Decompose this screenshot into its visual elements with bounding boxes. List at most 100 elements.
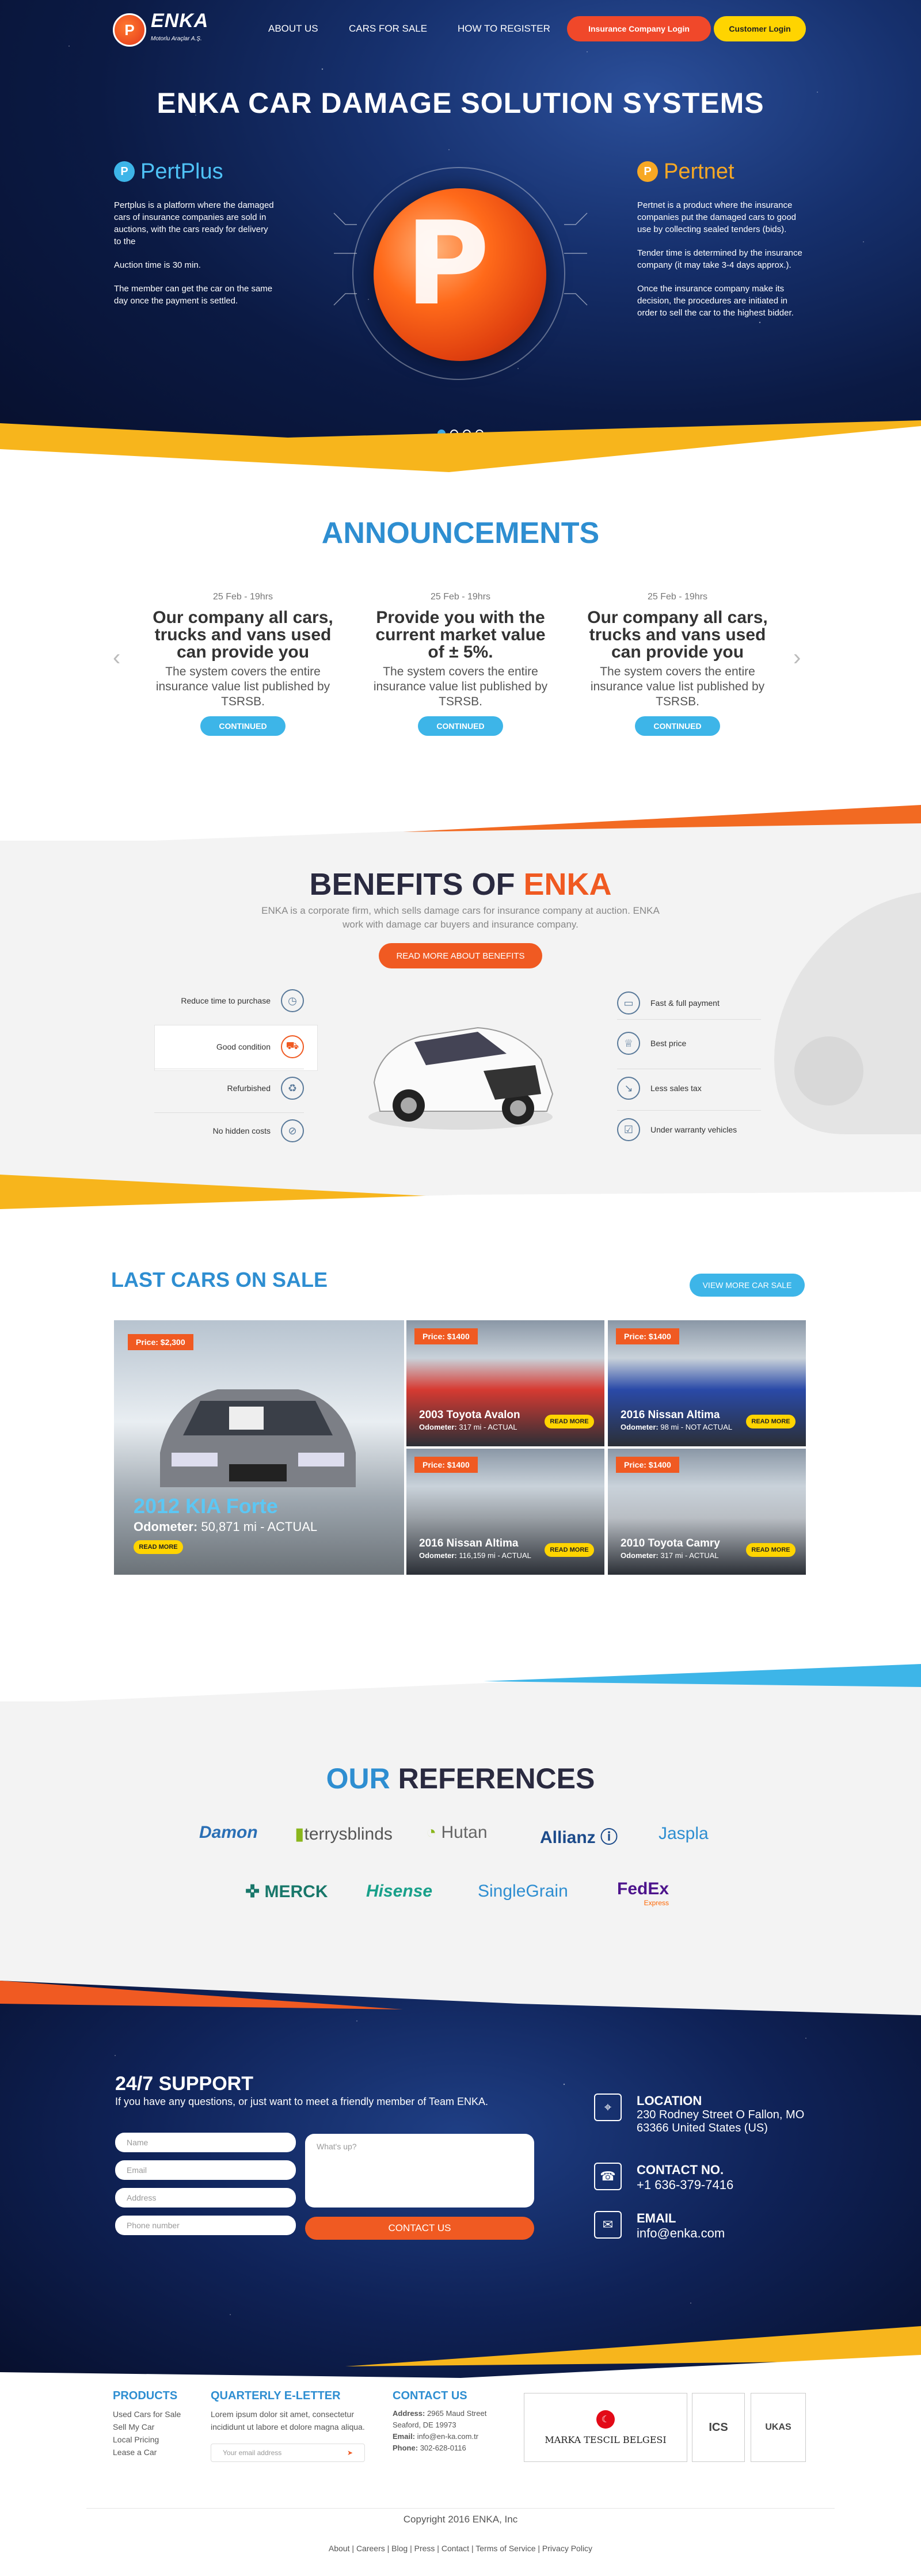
odometer-label: Odometer: [419, 1551, 457, 1560]
message-textarea[interactable]: What's up? [305, 2134, 534, 2208]
name-input[interactable]: Name [115, 2133, 296, 2152]
read-more-benefits-button[interactable]: READ MORE ABOUT BENEFITS [379, 943, 542, 968]
email-value[interactable]: info@en-ka.com.tr [417, 2432, 478, 2441]
address-label: Address: [393, 2409, 425, 2418]
benefit-item: ↘ Less sales tax [617, 1077, 702, 1100]
car-card[interactable]: Price: $1400 2003 Toyota Avalon Odometer… [406, 1320, 604, 1446]
car-card[interactable]: Price: $1400 2016 Nissan Altima Odometer… [608, 1320, 806, 1446]
read-more-button[interactable]: READ MORE [746, 1415, 796, 1428]
support-subtitle: If you have any questions, or just want … [115, 2096, 488, 2107]
footer-letter-text: Lorem ipsum dolor sit amet, consectetur … [211, 2410, 365, 2431]
address-input[interactable]: Address [115, 2188, 296, 2208]
benefit-item: Good condition ⛟ [154, 1035, 304, 1058]
damon-logo: Damon [199, 1823, 258, 1842]
copyright: Copyright 2016 ENKA, Inc [403, 2514, 518, 2525]
newsletter-input[interactable]: Your email address ➤ [211, 2444, 365, 2462]
announcement-card: 25 Feb - 19hrs Our company all cars, tru… [585, 592, 770, 736]
footer-bottom-link[interactable]: About [329, 2544, 350, 2553]
no-cost-icon: ⊘ [281, 1119, 304, 1142]
pertnet-text-3: Once the insurance company make its deci… [637, 284, 794, 318]
footer-bottom-link[interactable]: Press [414, 2544, 435, 2553]
enka-logo[interactable]: P ENKA Motorlu Araçlar A.Ş. [113, 11, 208, 48]
benefit-label: Fast & full payment [650, 998, 720, 1008]
customer-login-button[interactable]: Customer Login [714, 16, 806, 41]
read-more-button[interactable]: READ MORE [545, 1543, 594, 1557]
car-front-icon: ⛟ [281, 1035, 304, 1058]
announcement-heading: Provide you with the current market valu… [375, 608, 546, 662]
hero-bottom-wave [0, 420, 921, 472]
hero-connector-lines [333, 212, 588, 306]
benefit-label: Best price [650, 1039, 687, 1048]
footer-link[interactable]: Used Cars for Sale [113, 2408, 181, 2421]
announcement-text: The system covers the entire insurance v… [590, 665, 765, 708]
car-card[interactable]: Price: $1400 2016 Nissan Altima Odometer… [406, 1449, 604, 1575]
insurance-login-button[interactable]: Insurance Company Login [567, 16, 711, 41]
footer-bottom-link[interactable]: Privacy Policy [542, 2544, 592, 2553]
footer-contact-title: CONTACT US [393, 2389, 467, 2402]
footer-link[interactable]: Local Pricing [113, 2433, 181, 2446]
announcement-date: 25 Feb - 19hrs [647, 592, 708, 602]
footer-link[interactable]: Lease a Car [113, 2446, 181, 2459]
featured-car-card[interactable]: Price: $2,300 2012 KIA Forte Odometer: 5… [114, 1320, 404, 1575]
benefit-label: No hidden costs [212, 1126, 271, 1135]
nav-how-to-register[interactable]: HOW TO REGISTER [458, 23, 550, 35]
nav-about[interactable]: ABOUT US [268, 23, 318, 35]
pertplus-logo-icon: P [114, 161, 135, 182]
benefit-item: ♕ Best price [617, 1032, 686, 1055]
logo-tagline: Motorlu Araçlar A.Ş. [151, 36, 202, 42]
odometer-value: 98 mi - NOT ACTUAL [660, 1423, 733, 1431]
clock-icon: ◷ [281, 989, 304, 1012]
cert-text: MARKA TESCIL BELGESI [545, 2434, 667, 2445]
nav-cars-for-sale[interactable]: CARS FOR SALE [349, 23, 427, 35]
support-top-wave [0, 1969, 921, 2015]
footer-bottom-link[interactable]: Blog [391, 2544, 408, 2553]
footer-bottom-link[interactable]: Terms of Service [475, 2544, 535, 2553]
price-tag: Price: $2,300 [128, 1334, 193, 1350]
email-input[interactable]: Email [115, 2160, 296, 2180]
footer-bottom-link[interactable]: Careers [356, 2544, 385, 2553]
continued-button[interactable]: CONTINUED [200, 716, 286, 736]
car-title: 2010 Toyota Camry [621, 1537, 720, 1549]
email-address[interactable]: info@enka.com [637, 2226, 725, 2240]
footer-link[interactable]: Sell My Car [113, 2421, 181, 2433]
next-arrow-icon[interactable]: › [793, 645, 801, 671]
contact-label: CONTACT NO. [637, 2163, 724, 2177]
odometer-value: 116,159 mi - ACTUAL [459, 1551, 531, 1560]
benefit-label: Good condition [216, 1042, 271, 1051]
read-more-button[interactable]: READ MORE [545, 1415, 594, 1428]
hero-section: P ENKA Motorlu Araçlar A.Ş. ABOUT US CARS… [0, 0, 921, 472]
pertnet-name: Pertnet [664, 159, 734, 184]
pertnet-text-1: Pertnet is a product where the insurance… [637, 200, 797, 234]
send-icon[interactable]: ➤ [347, 2449, 353, 2457]
map-icon: ⌖ [594, 2094, 622, 2121]
read-more-button[interactable]: READ MORE [746, 1543, 796, 1557]
phone-icon: ☎ [594, 2163, 622, 2190]
footer-divider [86, 2508, 835, 2509]
view-more-cars-button[interactable]: VIEW MORE CAR SALE [690, 1274, 805, 1297]
references-title-a: OUR [326, 1762, 390, 1795]
pertplus-text-1: Pertplus is a platform where the damaged… [114, 200, 274, 246]
support-title: 24/7 SUPPORT [115, 2073, 253, 2095]
benefit-label: Reduce time to purchase [181, 996, 271, 1005]
contact-us-button[interactable]: CONTACT US [305, 2217, 534, 2240]
odometer-value: 317 mi - ACTUAL [459, 1423, 517, 1431]
continued-button[interactable]: CONTINUED [418, 716, 503, 736]
continued-button[interactable]: CONTINUED [635, 716, 720, 736]
footer-bottom-link[interactable]: Contact [442, 2544, 469, 2553]
phone-input[interactable]: Phone number [115, 2216, 296, 2235]
contact-block: CONTACT NO. +1 636-379-7416 [637, 2163, 733, 2193]
pertnet-logo-icon: P [637, 161, 658, 182]
email-icon: ✉ [594, 2211, 622, 2239]
odometer-label: Odometer: [419, 1423, 457, 1431]
prev-arrow-icon[interactable]: ‹ [113, 645, 120, 671]
announcement-date: 25 Feb - 19hrs [430, 592, 491, 602]
benefit-item: ▭ Fast & full payment [617, 991, 720, 1015]
references-section [0, 1701, 921, 1989]
car-card[interactable]: Price: $1400 2010 Toyota Camry Odometer:… [608, 1449, 806, 1575]
payment-icon: ▭ [617, 991, 640, 1015]
hero-title: ENKA CAR DAMAGE SOLUTION SYSTEMS [157, 87, 764, 119]
merck-logo: ✜ MERCK [245, 1882, 328, 1901]
contact-number: +1 636-379-7416 [637, 2178, 734, 2192]
odometer-value: 317 mi - ACTUAL [660, 1551, 719, 1560]
read-more-button[interactable]: READ MORE [134, 1540, 183, 1554]
